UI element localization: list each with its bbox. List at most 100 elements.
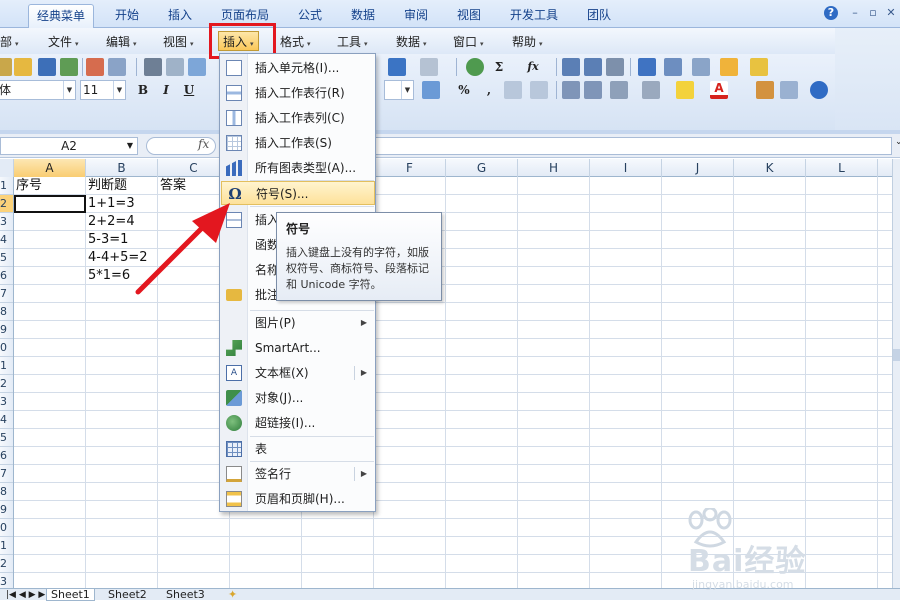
row-header[interactable]: 8: [0, 303, 13, 321]
sheet-tab-2[interactable]: Sheet2: [104, 589, 151, 601]
tab-team[interactable]: 团队: [579, 4, 619, 28]
column-header[interactable]: L: [806, 159, 878, 177]
row-header[interactable]: 7: [0, 285, 13, 303]
row-header[interactable]: 8: [0, 483, 13, 501]
cell-b4[interactable]: 5-3=1: [88, 231, 128, 249]
row-header[interactable]: 4: [0, 411, 13, 429]
percent-button[interactable]: %: [455, 81, 473, 99]
sort-ascending-icon[interactable]: [562, 58, 580, 76]
hyperlink-icon[interactable]: [466, 58, 484, 76]
tab-formulas[interactable]: 公式: [290, 4, 330, 28]
row-header[interactable]: 1: [0, 177, 13, 195]
decrease-decimal-icon[interactable]: [530, 81, 548, 99]
tab-insert[interactable]: 插入: [160, 4, 200, 28]
column-header[interactable]: K: [734, 159, 806, 177]
scroll-thumb[interactable]: [893, 349, 900, 361]
new-file-icon[interactable]: [0, 58, 12, 76]
row-header[interactable]: 9: [0, 501, 13, 519]
vertical-scrollbar[interactable]: [892, 159, 900, 588]
menu-item-header-footer[interactable]: 页眉和页脚(H)...: [221, 487, 375, 511]
row-header[interactable]: 0: [0, 339, 13, 357]
menu-item-insert-rows[interactable]: 插入工作表行(R): [221, 81, 375, 105]
menu-tools[interactable]: 工具 ▾: [337, 32, 368, 52]
menu-edit[interactable]: 编辑 ▾: [106, 32, 137, 52]
underline-button[interactable]: U: [180, 81, 198, 99]
name-box[interactable]: A2 ▼: [0, 137, 138, 155]
menu-view[interactable]: 视图 ▾: [163, 32, 194, 52]
row-header[interactable]: 3: [0, 213, 13, 231]
cell-b3[interactable]: 2+2=4: [88, 213, 135, 231]
decrease-indent-icon[interactable]: [562, 81, 580, 99]
zoom-select[interactable]: ▼: [384, 80, 414, 100]
filter-icon[interactable]: [606, 58, 624, 76]
row-header[interactable]: 2: [0, 555, 13, 573]
menu-item-table[interactable]: 表: [221, 437, 375, 461]
excel-icon[interactable]: [60, 58, 78, 76]
menu-format[interactable]: 格式 ▾: [280, 32, 311, 52]
table-grid-icon[interactable]: [692, 58, 710, 76]
menu-item-symbol[interactable]: Ω 符号(S)...: [221, 181, 375, 205]
row-header[interactable]: 4: [0, 231, 13, 249]
row-header[interactable]: 3: [0, 393, 13, 411]
menu-help[interactable]: 帮助 ▾: [512, 32, 543, 52]
save-icon[interactable]: [38, 58, 56, 76]
menu-item-textbox[interactable]: A 文本框(X) ▶: [221, 361, 375, 385]
open-folder-icon[interactable]: [14, 58, 32, 76]
row-header[interactable]: 0: [0, 519, 13, 537]
italic-button[interactable]: I: [157, 81, 175, 99]
merge-center-icon[interactable]: [610, 81, 628, 99]
column-header[interactable]: I: [590, 159, 662, 177]
column-header[interactable]: F: [374, 159, 446, 177]
cell-b2[interactable]: 1+1=3: [88, 195, 135, 213]
select-all-corner[interactable]: [0, 159, 14, 177]
menu-item-smartart[interactable]: SmartArt...: [221, 336, 375, 360]
restore-icon[interactable]: ▫: [866, 6, 880, 20]
insert-function-icon[interactable]: fx: [524, 58, 542, 76]
spelling-icon[interactable]: [188, 58, 206, 76]
menu-file[interactable]: 文件 ▾: [48, 32, 79, 52]
row-header[interactable]: 9: [0, 321, 13, 339]
menu-data[interactable]: 数据 ▾: [396, 32, 427, 52]
tab-developer[interactable]: 开发工具: [502, 4, 566, 28]
close-icon[interactable]: ✕: [884, 6, 898, 20]
highlight-icon[interactable]: [720, 58, 738, 76]
cell-b1[interactable]: 判断题: [88, 177, 127, 195]
menu-window[interactable]: 窗口 ▾: [453, 32, 484, 52]
expand-formula-icon[interactable]: ⌄: [895, 137, 900, 147]
sheet-nav-first-icon[interactable]: |◀ ◀ ▶ ▶|: [2, 589, 52, 601]
row-header[interactable]: 1: [0, 357, 13, 375]
cell-c1[interactable]: 答案: [160, 177, 186, 195]
menu-item-insert-columns[interactable]: 插入工作表列(C): [221, 106, 375, 130]
row-header[interactable]: 7: [0, 465, 13, 483]
comma-button[interactable]: ,: [480, 81, 498, 99]
print-preview-icon[interactable]: [166, 58, 184, 76]
help-icon[interactable]: ?: [824, 6, 838, 20]
row-header[interactable]: 2: [0, 375, 13, 393]
column-header[interactable]: H: [518, 159, 590, 177]
row-header[interactable]: 2: [0, 195, 13, 213]
column-header[interactable]: B: [86, 159, 158, 177]
currency-icon[interactable]: [422, 81, 440, 99]
tab-data[interactable]: 数据: [343, 4, 383, 28]
increase-decimal-icon[interactable]: [504, 81, 522, 99]
new-sheet-icon[interactable]: ✦: [224, 589, 241, 601]
menu-all[interactable]: 部 ▾: [0, 32, 19, 52]
menu-item-picture[interactable]: 图片(P) ▶: [221, 311, 375, 335]
row-header[interactable]: 6: [0, 267, 13, 285]
menu-item-object[interactable]: 对象(J)...: [221, 386, 375, 410]
sheet-tab-1[interactable]: Sheet1: [46, 589, 95, 601]
tab-review[interactable]: 审阅: [396, 4, 436, 28]
row-header[interactable]: 6: [0, 447, 13, 465]
row-header[interactable]: 5: [0, 429, 13, 447]
format-icon[interactable]: [756, 81, 774, 99]
minimize-icon[interactable]: –: [848, 6, 862, 20]
menu-item-insert-sheet[interactable]: 插入工作表(S): [221, 131, 375, 155]
cell-b6[interactable]: 5*1=6: [88, 267, 130, 285]
cell-a1[interactable]: 序号: [16, 177, 42, 195]
column-header[interactable]: J: [662, 159, 734, 177]
menu-item-signature-line[interactable]: 签名行 ▶: [221, 462, 375, 486]
undo-icon[interactable]: [388, 58, 406, 76]
help-circle-icon[interactable]: [810, 81, 828, 99]
autosum-icon[interactable]: Σ: [490, 58, 508, 76]
permission-icon[interactable]: [86, 58, 104, 76]
